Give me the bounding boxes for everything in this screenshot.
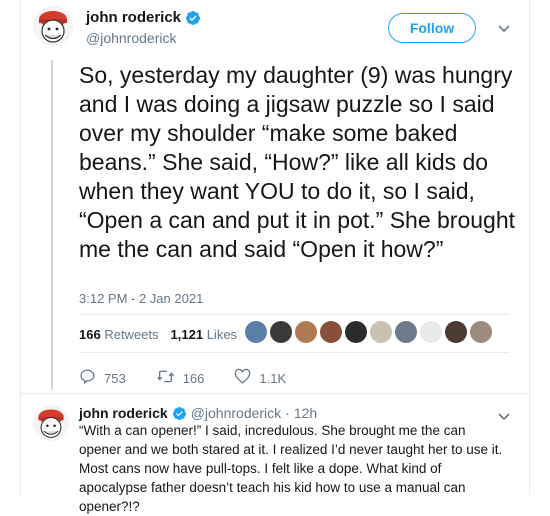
reply-text: “With a can opener!” I said, incredulous… xyxy=(79,423,503,514)
author-avatar[interactable] xyxy=(33,6,73,46)
chevron-down-icon[interactable] xyxy=(497,21,511,40)
liker-avatar[interactable] xyxy=(420,321,442,343)
reply-author-handle[interactable]: @johnroderick xyxy=(191,405,281,421)
author-name-row: john roderick xyxy=(86,9,201,26)
thread-line xyxy=(51,60,53,390)
liker-avatar[interactable] xyxy=(445,321,467,343)
likers-avatars xyxy=(245,321,492,343)
divider xyxy=(79,352,509,353)
retweet-count: 166 xyxy=(182,370,205,386)
retweets-label: Retweets xyxy=(104,327,159,342)
engagement-stats: 166 Retweets 1,121 Likes xyxy=(79,327,237,342)
reply-count: 753 xyxy=(104,370,126,386)
divider xyxy=(79,314,509,315)
author-name[interactable]: john roderick xyxy=(86,9,181,26)
verified-badge-icon xyxy=(172,406,187,421)
liker-avatar[interactable] xyxy=(270,321,292,343)
reply-time[interactable]: 12h xyxy=(294,405,317,421)
liker-avatar[interactable] xyxy=(470,321,492,343)
reply-author-avatar[interactable] xyxy=(33,405,69,441)
reply-separator: · xyxy=(285,405,290,421)
liker-avatar[interactable] xyxy=(395,321,417,343)
divider xyxy=(21,393,529,394)
tweet-text: So, yesterday my daughter (9) was hungry… xyxy=(79,62,516,262)
likes-count: 1,121 xyxy=(170,327,204,342)
liker-avatar[interactable] xyxy=(370,321,392,343)
likes-label: Likes xyxy=(206,327,238,342)
retweets-stat[interactable]: 166 Retweets xyxy=(79,327,159,342)
liker-avatar[interactable] xyxy=(295,321,317,343)
like-action[interactable]: 1.1K xyxy=(234,368,286,388)
like-count: 1.1K xyxy=(259,370,287,386)
tweet-timestamp[interactable]: 3:12 PM - 2 Jan 2021 xyxy=(79,291,203,306)
retweet-icon xyxy=(156,368,175,388)
retweets-count: 166 xyxy=(79,327,101,342)
verified-badge-icon xyxy=(185,10,201,26)
reply-action[interactable]: 753 xyxy=(79,368,126,388)
reply-icon xyxy=(79,368,96,388)
liker-avatar[interactable] xyxy=(345,321,367,343)
follow-button[interactable]: Follow xyxy=(388,13,476,43)
like-icon xyxy=(234,368,251,388)
retweet-action[interactable]: 166 xyxy=(156,368,205,388)
liker-avatar[interactable] xyxy=(245,321,267,343)
reply-author-name[interactable]: john roderick xyxy=(79,405,168,421)
author-handle[interactable]: @johnroderick xyxy=(86,30,176,46)
reply-header: john roderick @johnroderick · 12h xyxy=(79,405,317,421)
likes-stat[interactable]: 1,121 Likes xyxy=(171,327,238,342)
liker-avatar[interactable] xyxy=(320,321,342,343)
tweet-actions: 753 166 1.1K xyxy=(79,368,316,388)
